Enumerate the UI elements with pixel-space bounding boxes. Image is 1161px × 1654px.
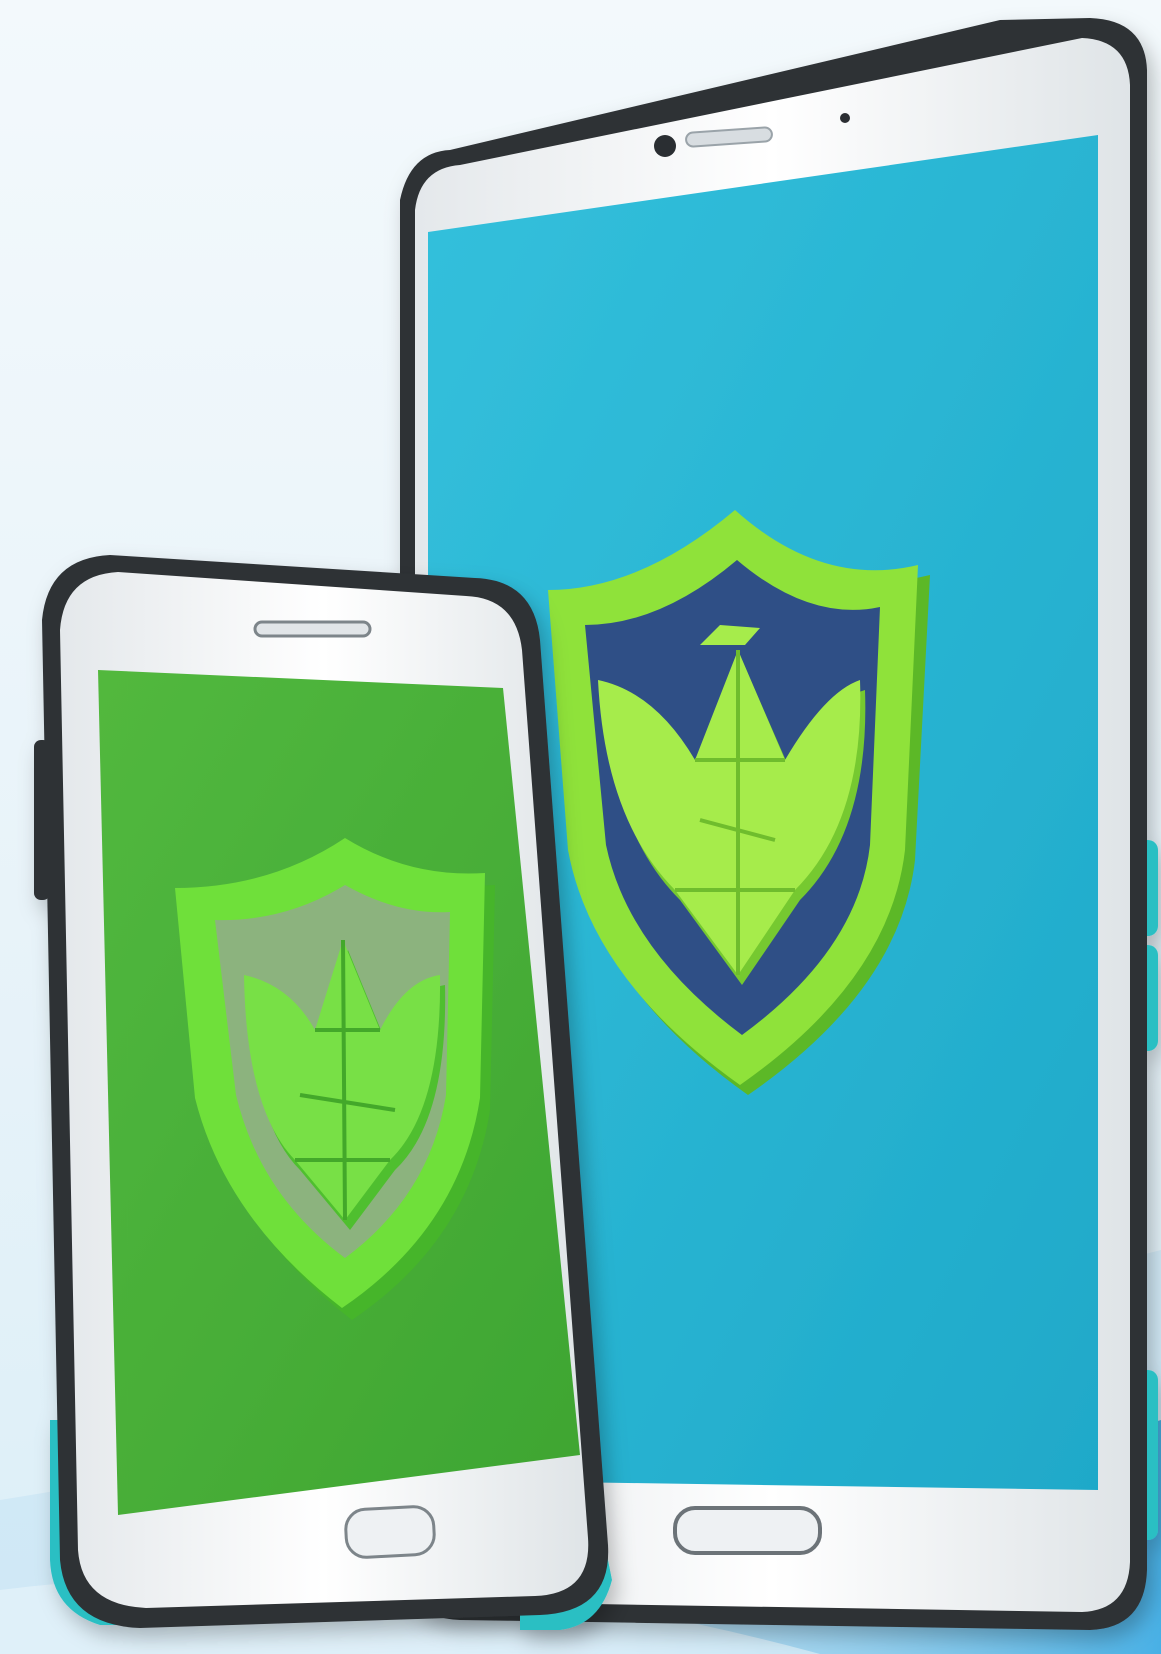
tablet-sensor	[840, 113, 850, 123]
phone-home-button[interactable]	[344, 1505, 436, 1559]
phone-speaker	[253, 620, 372, 638]
tablet-home-button[interactable]	[673, 1506, 822, 1555]
illustration	[0, 18, 1161, 1654]
tablet-camera	[654, 135, 676, 157]
scene	[0, 0, 1161, 1654]
